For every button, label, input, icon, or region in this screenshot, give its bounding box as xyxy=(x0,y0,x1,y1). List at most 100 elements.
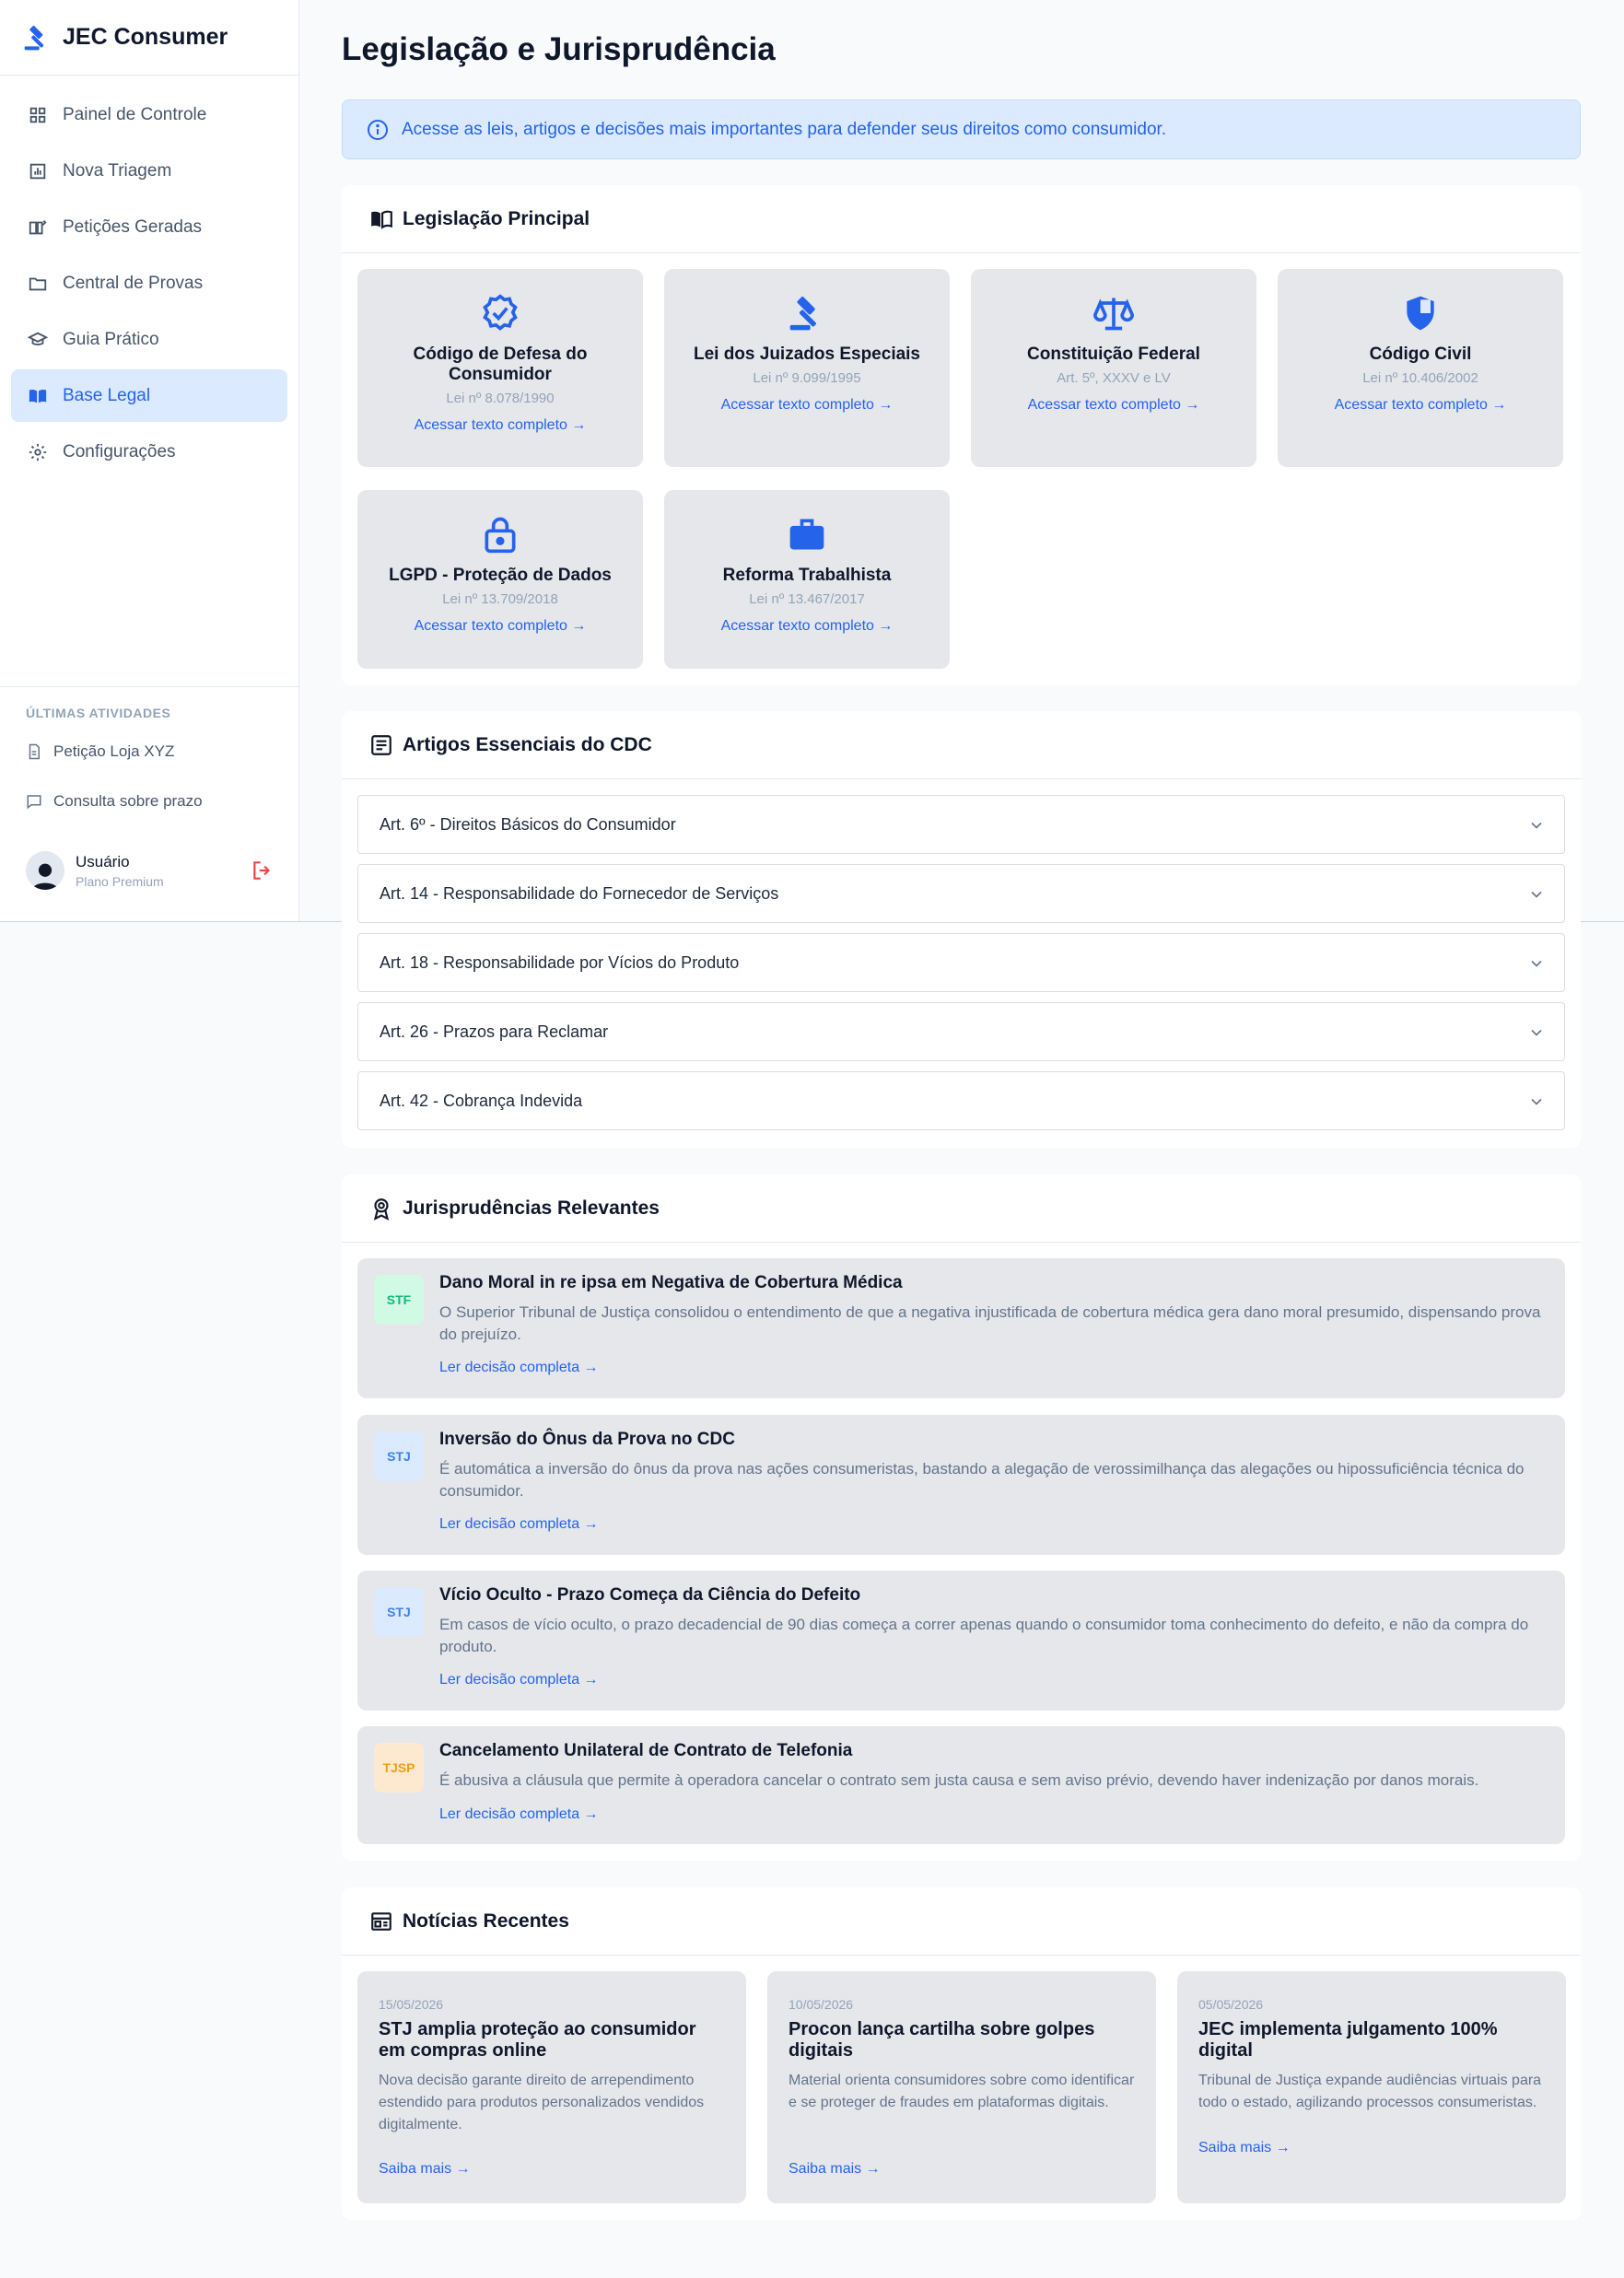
activity-item[interactable]: Consulta sobre prazo xyxy=(26,789,273,814)
app-name: JEC Consumer xyxy=(63,24,228,50)
law-card-constituicao[interactable]: Constituição Federal Art. 5º, XXXV e LV … xyxy=(971,269,1256,467)
decision-title: Cancelamento Unilateral de Contrato de T… xyxy=(439,1741,853,1760)
brand[interactable]: JEC Consumer xyxy=(0,0,298,76)
decision-link[interactable]: Ler decisão completa → xyxy=(439,1360,599,1376)
book-icon xyxy=(28,386,48,406)
sidebar-item-configuracoes[interactable]: Configurações xyxy=(11,426,287,478)
articles-section: Artigos Essenciais do CDC Art. 6º - Dire… xyxy=(342,711,1581,1148)
jurisprudence-item[interactable]: STJ Inversão do Ônus da Prova no CDC É a… xyxy=(357,1415,1565,1555)
jurisprudence-item[interactable]: STF Dano Moral in re ipsa em Negativa de… xyxy=(357,1258,1565,1398)
law-reference: Lei nº 13.467/2017 xyxy=(749,591,865,607)
sidebar-item-nova-triagem[interactable]: Nova Triagem xyxy=(11,145,287,197)
sidebar-item-label: Central de Provas xyxy=(63,273,204,293)
sidebar-item-peticoes[interactable]: Petições Geradas xyxy=(11,201,287,253)
book-icon xyxy=(369,207,393,231)
page-title: Legislação e Jurisprudência xyxy=(342,31,776,67)
activity-item[interactable]: Petição Loja XYZ xyxy=(26,739,273,765)
chevron-down-icon xyxy=(1531,891,1542,898)
sidebar-item-central-provas[interactable]: Central de Provas xyxy=(11,257,287,310)
court-badge: TJSP xyxy=(374,1743,424,1793)
accordion-item[interactable]: Art. 6º - Direitos Básicos do Consumidor xyxy=(357,795,1565,854)
accordion-label: Art. 6º - Direitos Básicos do Consumidor xyxy=(380,814,676,834)
accordion-item[interactable]: Art. 42 - Cobrança Indevida xyxy=(357,1071,1565,1130)
law-title: Código de Defesa do Consumidor xyxy=(413,345,588,384)
accordion-item[interactable]: Art. 26 - Prazos para Reclamar xyxy=(357,1002,1565,1061)
law-link[interactable]: Acessar texto completo → xyxy=(664,618,950,635)
decision-link[interactable]: Ler decisão completa → xyxy=(439,1672,599,1688)
law-card-reforma[interactable]: Reforma Trabalhista Lei nº 13.467/2017 A… xyxy=(664,490,950,669)
news-link[interactable]: Saiba mais → xyxy=(789,2161,881,2178)
user-profile[interactable]: Usuário Plano Premium xyxy=(26,851,275,890)
section-title: Notícias Recentes xyxy=(403,1910,569,1932)
logout-icon[interactable] xyxy=(251,859,275,882)
law-title: LGPD - Proteção de Dados xyxy=(389,566,612,585)
jurisprudence-item[interactable]: TJSP Cancelamento Unilateral de Contrato… xyxy=(357,1726,1565,1844)
court-badge: STJ xyxy=(374,1431,424,1481)
legislation-section: Legislação Principal Código de Defesa do… xyxy=(342,185,1581,685)
news-card[interactable]: 05/05/2026 JEC implementa julgamento 100… xyxy=(1177,1971,1566,2203)
accordion-label: Art. 14 - Responsabilidade do Fornecedor… xyxy=(380,883,779,903)
graduation-cap-icon xyxy=(28,330,48,350)
news-date: 05/05/2026 xyxy=(1198,1997,1264,2012)
sidebar-item-painel[interactable]: Painel de Controle xyxy=(11,88,287,141)
user-name: Usuário xyxy=(76,852,130,870)
law-card-juizados[interactable]: Lei dos Juizados Especiais Lei nº 9.099/… xyxy=(664,269,950,467)
news-link[interactable]: Saiba mais → xyxy=(379,2161,471,2178)
news-title: JEC implementa julgamento 100% digital xyxy=(1198,2019,1498,2061)
gear-icon xyxy=(28,442,48,462)
folder-icon xyxy=(28,274,48,294)
law-reference: Lei nº 8.078/1990 xyxy=(446,391,555,406)
law-card-lgpd[interactable]: LGPD - Proteção de Dados Lei nº 13.709/2… xyxy=(357,490,643,669)
accordion-item[interactable]: Art. 18 - Responsabilidade por Vícios do… xyxy=(357,933,1565,992)
section-title: Legislação Principal xyxy=(403,207,590,229)
shield-icon xyxy=(1407,296,1434,331)
decision-title: Dano Moral in re ipsa em Negativa de Cob… xyxy=(439,1273,903,1292)
news-date: 15/05/2026 xyxy=(379,1997,444,2012)
law-title: Constituição Federal xyxy=(1027,345,1200,364)
activity-label: Petição Loja XYZ xyxy=(53,742,175,760)
user-icon xyxy=(31,863,59,890)
news-title: Procon lança cartilha sobre golpes digit… xyxy=(789,2019,1095,2061)
chevron-down-icon xyxy=(1531,960,1542,967)
law-link[interactable]: Acessar texto completo → xyxy=(1278,397,1563,414)
chevron-down-icon xyxy=(1531,1098,1542,1105)
sidebar-item-label: Petições Geradas xyxy=(63,216,203,237)
accordion-label: Art. 18 - Responsabilidade por Vícios do… xyxy=(380,952,740,972)
news-summary: Tribunal de Justiça expande audiências v… xyxy=(1198,2073,1542,2110)
law-link[interactable]: Acessar texto completo → xyxy=(971,397,1256,414)
jurisprudence-item[interactable]: STJ Vício Oculto - Prazo Começa da Ciênc… xyxy=(357,1571,1565,1711)
law-link[interactable]: Acessar texto completo → xyxy=(664,397,950,414)
chevron-down-icon xyxy=(1531,1029,1542,1036)
info-text: Acesse as leis, artigos e decisões mais … xyxy=(402,119,1167,139)
news-summary: Material orienta consumidores sobre como… xyxy=(789,2073,1135,2110)
scales-icon xyxy=(1093,298,1134,331)
law-title: Lei dos Juizados Especiais xyxy=(693,345,921,364)
section-header: Artigos Essenciais do CDC xyxy=(342,711,1581,779)
sidebar-item-guia[interactable]: Guia Prático xyxy=(11,313,287,366)
accordion-item[interactable]: Art. 14 - Responsabilidade do Fornecedor… xyxy=(357,864,1565,923)
sidebar-item-base-legal[interactable]: Base Legal xyxy=(11,369,287,422)
decision-link[interactable]: Ler decisão completa → xyxy=(439,1806,599,1823)
law-link[interactable]: Acessar texto completo → xyxy=(357,618,643,635)
section-title: Jurisprudências Relevantes xyxy=(403,1197,660,1219)
newspaper-icon xyxy=(369,1910,393,1933)
recent-activities: ÚLTIMAS ATIVIDADES Petição Loja XYZ Cons… xyxy=(0,686,298,838)
chart-icon xyxy=(28,161,48,181)
news-link[interactable]: Saiba mais → xyxy=(1198,2140,1291,2156)
law-link[interactable]: Acessar texto completo → xyxy=(357,417,643,434)
decision-summary: É automática a inversão do ônus da prova… xyxy=(439,1460,1525,1500)
law-reference: Lei nº 13.709/2018 xyxy=(442,591,558,607)
sidebar-item-label: Guia Prático xyxy=(63,329,159,349)
law-title: Código Civil xyxy=(1369,345,1472,364)
law-title: Reforma Trabalhista xyxy=(722,566,892,585)
accordion-label: Art. 42 - Cobrança Indevida xyxy=(380,1091,583,1110)
news-card[interactable]: 10/05/2026 Procon lança cartilha sobre g… xyxy=(767,1971,1156,2203)
law-card-cdc[interactable]: Código de Defesa do Consumidor Lei nº 8.… xyxy=(357,269,643,467)
law-card-codigo-civil[interactable]: Código Civil Lei nº 10.406/2002 Acessar … xyxy=(1278,269,1563,467)
sidebar: JEC Consumer Painel de Controle Nova Tri… xyxy=(0,0,299,922)
section-header: Legislação Principal xyxy=(342,185,1581,253)
chevron-down-icon xyxy=(1531,822,1542,829)
decision-link[interactable]: Ler decisão completa → xyxy=(439,1516,599,1533)
news-card[interactable]: 15/05/2026 STJ amplia proteção ao consum… xyxy=(357,1971,746,2203)
sidebar-item-label: Nova Triagem xyxy=(63,160,172,181)
